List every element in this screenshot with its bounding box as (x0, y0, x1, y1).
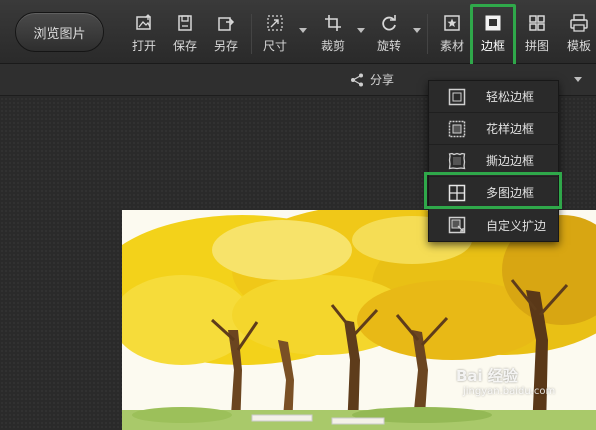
rotate-dropdown-icon[interactable] (413, 28, 421, 33)
menu-item-pattern-frame[interactable]: 花样边框 (429, 113, 560, 145)
menu-item-label: 自定义扩边 (486, 218, 547, 233)
sticker-icon (444, 15, 460, 31)
torn-edge-frame-icon (448, 152, 466, 169)
resize-icon (267, 15, 283, 31)
template-label: 模板 (566, 39, 591, 53)
crop-label: 裁剪 (320, 39, 345, 53)
collage-button[interactable]: 拼图 (520, 10, 554, 56)
frame-button-highlight (470, 4, 516, 68)
save-icon (178, 15, 192, 31)
share-icon (351, 73, 363, 86)
rotate-button[interactable]: 旋转 (372, 10, 406, 56)
resize-button[interactable]: 尺寸 (258, 10, 292, 56)
crop-icon (325, 15, 341, 31)
share-button[interactable]: 分享 (350, 71, 394, 88)
multi-image-frame-highlight (424, 172, 562, 209)
menu-item-custom-expand[interactable]: 自定义扩边 (429, 209, 560, 241)
open-image-icon (136, 14, 151, 30)
toolbar-divider (427, 14, 428, 54)
open-label: 打开 (131, 39, 156, 53)
edited-photo (122, 210, 596, 430)
menu-item-label: 轻松边框 (486, 90, 535, 104)
save-as-button[interactable]: 另存 (209, 10, 243, 56)
collage-label: 拼图 (524, 39, 549, 53)
rotate-icon (382, 15, 396, 31)
more-dropdown-icon[interactable] (574, 77, 582, 82)
save-as-icon (218, 17, 235, 31)
resize-dropdown-icon[interactable] (299, 28, 307, 33)
simple-frame-icon (448, 88, 466, 105)
rotate-label: 旋转 (376, 39, 401, 53)
menu-item-label: 花样边框 (486, 122, 535, 136)
menu-item-simple-frame[interactable]: 轻松边框 (429, 81, 560, 113)
watermark-logo: Bai 经验 (456, 367, 518, 385)
main-toolbar: 浏览图片 打开 保存 另存 尺寸 裁剪 旋转 素材 边框 拼图 模板 (0, 0, 596, 68)
save-button[interactable]: 保存 (168, 10, 202, 56)
open-button[interactable]: 打开 (127, 10, 161, 56)
sticker-button[interactable]: 素材 (435, 10, 469, 56)
crop-dropdown-icon[interactable] (357, 28, 365, 33)
pattern-frame-icon (448, 120, 466, 137)
save-as-label: 另存 (213, 39, 238, 53)
yellow-trees-illustration (122, 210, 596, 430)
template-button[interactable]: 模板 (562, 10, 596, 56)
watermark-url: jingyan.baidu.com (463, 386, 556, 397)
resize-label: 尺寸 (262, 39, 287, 53)
save-label: 保存 (172, 39, 197, 53)
collage-icon (529, 15, 545, 31)
share-label: 分享 (370, 73, 395, 87)
toolbar-divider (251, 14, 252, 54)
custom-expand-icon (448, 216, 466, 234)
crop-button[interactable]: 裁剪 (316, 10, 350, 56)
browse-images-button[interactable]: 浏览图片 (15, 12, 104, 52)
sticker-label: 素材 (439, 39, 464, 53)
menu-item-label: 撕边边框 (486, 154, 535, 168)
frame-dropdown-menu: 轻松边框 花样边框 撕边边框 多图边框 自定义扩边 (428, 80, 560, 242)
template-icon (570, 14, 588, 32)
